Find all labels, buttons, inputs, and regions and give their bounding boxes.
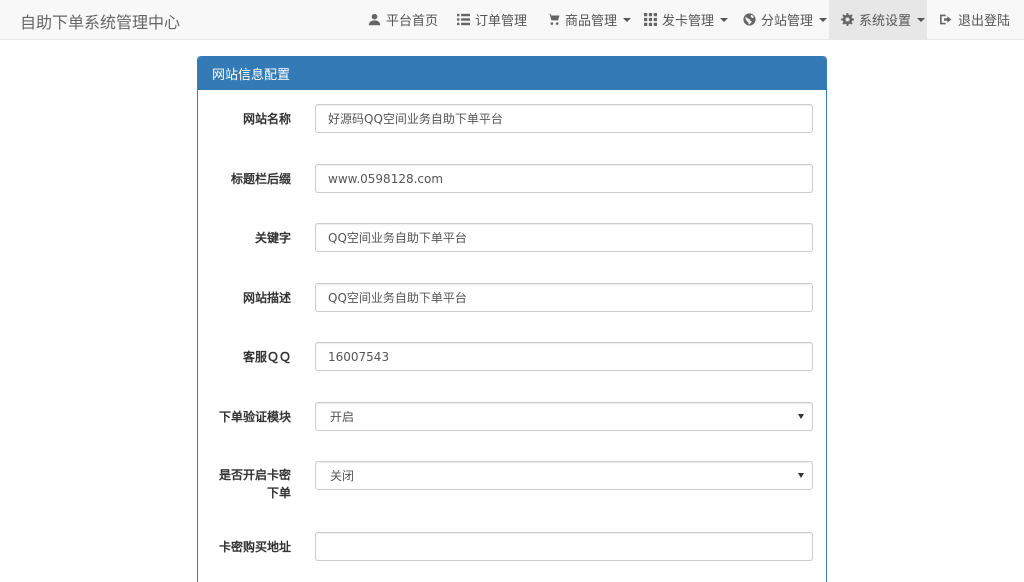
panel-heading: 网站信息配置 <box>198 57 826 90</box>
caret-down-icon <box>720 17 729 22</box>
nav-cards-label: 发卡管理 <box>662 14 715 29</box>
title-suffix-label: 标题栏后缀 <box>230 172 291 186</box>
card-order-value: 关闭 <box>330 469 355 483</box>
select-arrow-icon <box>798 473 804 478</box>
nav-substations[interactable]: 分站管理 <box>731 0 839 39</box>
gear-icon <box>841 13 854 26</box>
nav-logout[interactable]: 退出登陆 <box>928 0 1022 39</box>
order-verify-value: 开启 <box>330 410 355 424</box>
card-order-label: 是否开启卡密下单 <box>218 468 291 500</box>
globe-icon <box>743 13 756 26</box>
description-input[interactable] <box>315 283 813 312</box>
cart-icon <box>547 13 560 25</box>
caret-down-icon <box>623 17 632 22</box>
service-qq-label: 客服ＱＱ <box>242 350 291 364</box>
nav-settings-label: 系统设置 <box>859 14 912 29</box>
keywords-input[interactable] <box>315 223 813 252</box>
caret-down-icon <box>917 17 926 22</box>
card-buy-url-input[interactable] <box>315 532 813 561</box>
order-verify-select[interactable]: 开启 <box>315 402 813 431</box>
top-navbar: 自助下单系统管理中心 平台首页 订单管理 商品管理 发卡管理 分站管理 系统设置… <box>0 0 1024 40</box>
card-buy-url-label: 卡密购买地址 <box>218 540 291 554</box>
logout-icon <box>940 14 952 25</box>
brand-title[interactable]: 自助下单系统管理中心 <box>20 9 180 33</box>
nav-home[interactable]: 平台首页 <box>356 0 450 39</box>
select-arrow-icon <box>798 414 804 419</box>
grid-icon <box>644 13 657 26</box>
description-label: 网站描述 <box>242 291 291 305</box>
nav-products[interactable]: 商品管理 <box>535 0 643 39</box>
user-icon <box>368 13 381 26</box>
nav-logout-label: 退出登陆 <box>958 14 1011 29</box>
site-name-input[interactable] <box>315 104 813 133</box>
panel-title: 网站信息配置 <box>212 68 291 83</box>
card-order-select[interactable]: 关闭 <box>315 461 813 490</box>
nav-cards[interactable]: 发卡管理 <box>632 0 740 39</box>
keywords-label: 关键字 <box>254 231 291 245</box>
order-verify-label: 下单验证模块 <box>218 410 291 424</box>
nav-home-label: 平台首页 <box>386 14 439 29</box>
title-suffix-input[interactable] <box>315 164 813 193</box>
nav-orders[interactable]: 订单管理 <box>445 0 539 39</box>
caret-down-icon <box>819 17 828 22</box>
nav-products-label: 商品管理 <box>565 14 618 29</box>
site-config-panel: 网站信息配置 网站名称 标题栏后缀 关键字 网站描述 客服ＱＱ 下单验证模块 开… <box>197 56 827 582</box>
nav-settings[interactable]: 系统设置 <box>829 0 927 39</box>
list-icon <box>457 13 470 26</box>
site-name-label: 网站名称 <box>242 112 291 126</box>
service-qq-input[interactable] <box>315 342 813 371</box>
nav-orders-label: 订单管理 <box>475 14 528 29</box>
nav-substations-label: 分站管理 <box>761 14 814 29</box>
